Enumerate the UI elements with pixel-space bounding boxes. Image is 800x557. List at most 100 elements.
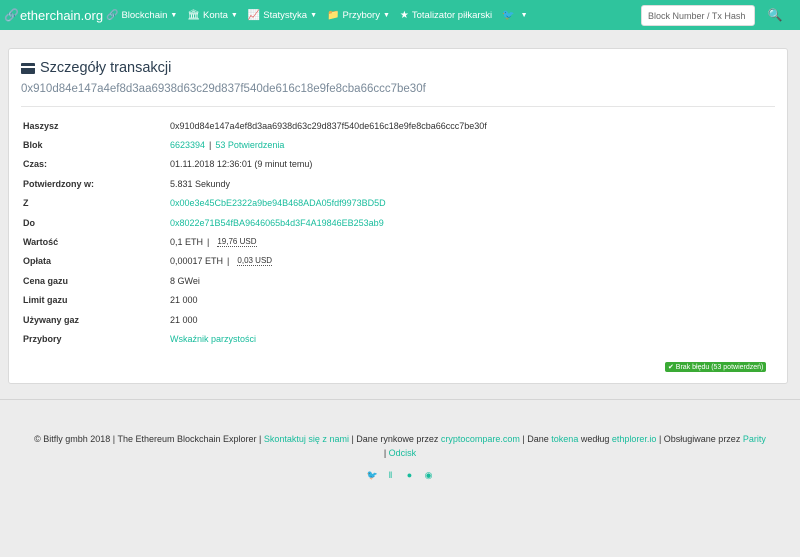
nav-konta-label: Konta [203,9,228,21]
row-block: Blok 6623394 | 53 Potwierdzenia [23,138,763,152]
confirmed-in-value: 5.831 Sekundy [170,179,231,189]
tools-label: Przybory [23,334,62,344]
footer-divider [0,399,800,400]
footer-text: według [580,434,610,444]
row-confirmed-in: Potwierdzony w: 5.831 Sekundy [23,177,763,191]
search-button[interactable]: 🔍 [766,6,784,24]
ethplorer-link[interactable]: ethplorer.io [612,434,657,444]
nav-statystyka[interactable]: 📈 Statystyka ▼ [248,10,317,21]
caret-down-icon: ▼ [382,11,390,19]
row-tools: Przybory Wskaźnik parzystości [23,332,763,346]
footer-text: | Dane [522,434,549,444]
nav-konta[interactable]: 🏛 Konta ▼ [187,10,237,21]
from-label: Z [23,198,29,208]
search-icon: 🔍 [767,8,783,22]
transaction-panel: Szczegóły transakcji 0x910d84e147a4ef8d3… [8,48,788,384]
value-usd: 19,76 USD [217,237,257,247]
row-from: Z 0x00e3e45CbE2322a9be94B468ADA05fdf9973… [23,196,763,210]
caret-down-icon: ▼ [310,11,318,19]
divider [21,106,775,107]
github-icon[interactable]: ● [405,470,415,481]
twitter-icon: 🐦 [502,9,515,21]
panel-title-text: Szczegóły transakcji [40,60,172,76]
footer-text: | [383,448,387,458]
to-address-link[interactable]: 0x8022e71B54fBA9646065b4d3F4A19846EB253a… [170,218,384,228]
footer-text: | Obsługiwane przez [658,434,741,444]
reddit-icon[interactable]: ◉ [424,470,434,481]
row-time: Czas: 01.11.2018 12:36:01 (9 minut temu) [23,157,763,171]
block-number-link[interactable]: 6623394 [170,140,205,150]
footer-text: | Dane rynkowe przez [351,434,439,444]
folder-icon: 📁 [327,9,340,21]
row-value: Wartość 0,1 ETH | 19,76 USD [23,235,763,249]
gas-price-label: Cena gazu [23,276,69,286]
separator: | [227,256,230,266]
nav-blockchain-label: Blockchain [121,9,168,21]
nav-blockchain[interactable]: 🔗 Blockchain ▼ [106,10,177,21]
brand-logo[interactable]: 🔗 etherchain.org [0,8,106,23]
row-hash: Haszysz 0x910d84e147a4ef8d3aa6938d63c29d… [23,119,763,133]
credit-card-icon [21,62,35,74]
gas-limit-label: Limit gazu [23,295,68,305]
gas-used-value: 21 000 [170,315,198,325]
nav-totalizator-label: Totalizator piłkarski [411,9,493,21]
separator: | [209,140,212,150]
nav-przybory-label: Przybory [342,9,380,21]
fee-value: 0,00017 ETH | 0,03 USD [170,256,273,266]
nav-statystyka-label: Statystyka [263,9,308,21]
from-address-link[interactable]: 0x00e3e45CbE2322a9be94B468ADA05fdf9973BD… [170,198,386,208]
brand-text: etherchain.org [19,7,104,23]
tx-hash-subtitle: 0x910d84e147a4ef8d3aa6938d63c29d837f540d… [21,83,426,95]
contact-link[interactable]: Skontaktuj się z nami [264,434,349,444]
caret-down-icon: ▼ [170,11,178,19]
fee-eth: 0,00017 ETH [170,256,224,266]
separator: | [207,237,210,247]
status-badge: ✔ Brak błędu (53 potwierdzeń) [665,362,767,372]
bank-icon: 🏛 [187,9,201,21]
confirmations-link[interactable]: 53 Potwierdzenia [215,140,284,150]
nav-twitter[interactable]: 🐦 ▼ [502,10,527,21]
row-gas-used: Używany gaz 21 000 [23,313,763,327]
to-label: Do [23,218,35,228]
parity-link[interactable]: Parity [743,434,766,444]
gitter-icon[interactable]: ǁ [386,470,396,481]
hash-value: 0x910d84e147a4ef8d3aa6938d63c29d837f540d… [170,121,487,131]
row-fee: Opłata 0,00017 ETH | 0,03 USD [23,254,763,268]
gas-used-label: Używany gaz [23,315,80,325]
caret-down-icon: ▼ [520,11,528,19]
footer-text: © Bitfly gmbh 2018 | The Ethereum Blockc… [34,434,262,444]
row-to: Do 0x8022e71B54fBA9646065b4d3F4A19846EB2… [23,216,763,230]
chart-icon: 📈 [247,9,261,21]
link-icon: 🔗 [106,9,119,21]
value-label: Wartość [23,237,59,247]
nav-totalizator[interactable]: ★ Totalizator piłkarski [400,10,492,21]
caret-down-icon: ▼ [230,11,238,19]
social-links: 🐦 ǁ ● ◉ [0,470,800,481]
value-eth: 0,1 ETH [170,237,204,247]
panel-title: Szczegóły transakcji [21,60,171,76]
nav-przybory[interactable]: 📁 Przybory ▼ [327,10,390,21]
footer: © Bitfly gmbh 2018 | The Ethereum Blockc… [10,432,790,460]
cryptocompare-link[interactable]: cryptocompare.com [441,434,520,444]
fee-label: Opłata [23,256,52,266]
value-value: 0,1 ETH | 19,76 USD [170,237,257,247]
twitter-icon[interactable]: 🐦 [367,470,378,481]
search-input[interactable] [641,5,755,26]
navbar: 🔗 etherchain.org 🔗 Blockchain ▼ 🏛 Konta … [0,0,800,30]
confirmed-in-label: Potwierdzony w: [23,179,95,189]
gas-limit-value: 21 000 [170,295,198,305]
gas-price-value: 8 GWei [170,276,200,286]
star-icon: ★ [399,9,409,21]
block-value: 6623394 | 53 Potwierdzenia [170,140,284,150]
block-label: Blok [23,140,43,150]
hash-label: Haszysz [23,121,59,131]
odcisk-link[interactable]: Odcisk [389,448,417,458]
fee-usd: 0,03 USD [237,256,273,266]
row-gas-limit: Limit gazu 21 000 [23,293,763,307]
time-label: Czas: [23,159,48,169]
time-value: 01.11.2018 12:36:01 (9 minut temu) [170,159,313,169]
parity-indicator-link[interactable]: Wskaźnik parzystości [170,334,256,344]
link-icon: 🔗 [4,8,19,22]
row-gas-price: Cena gazu 8 GWei [23,274,763,288]
token-link[interactable]: tokena [551,434,578,444]
